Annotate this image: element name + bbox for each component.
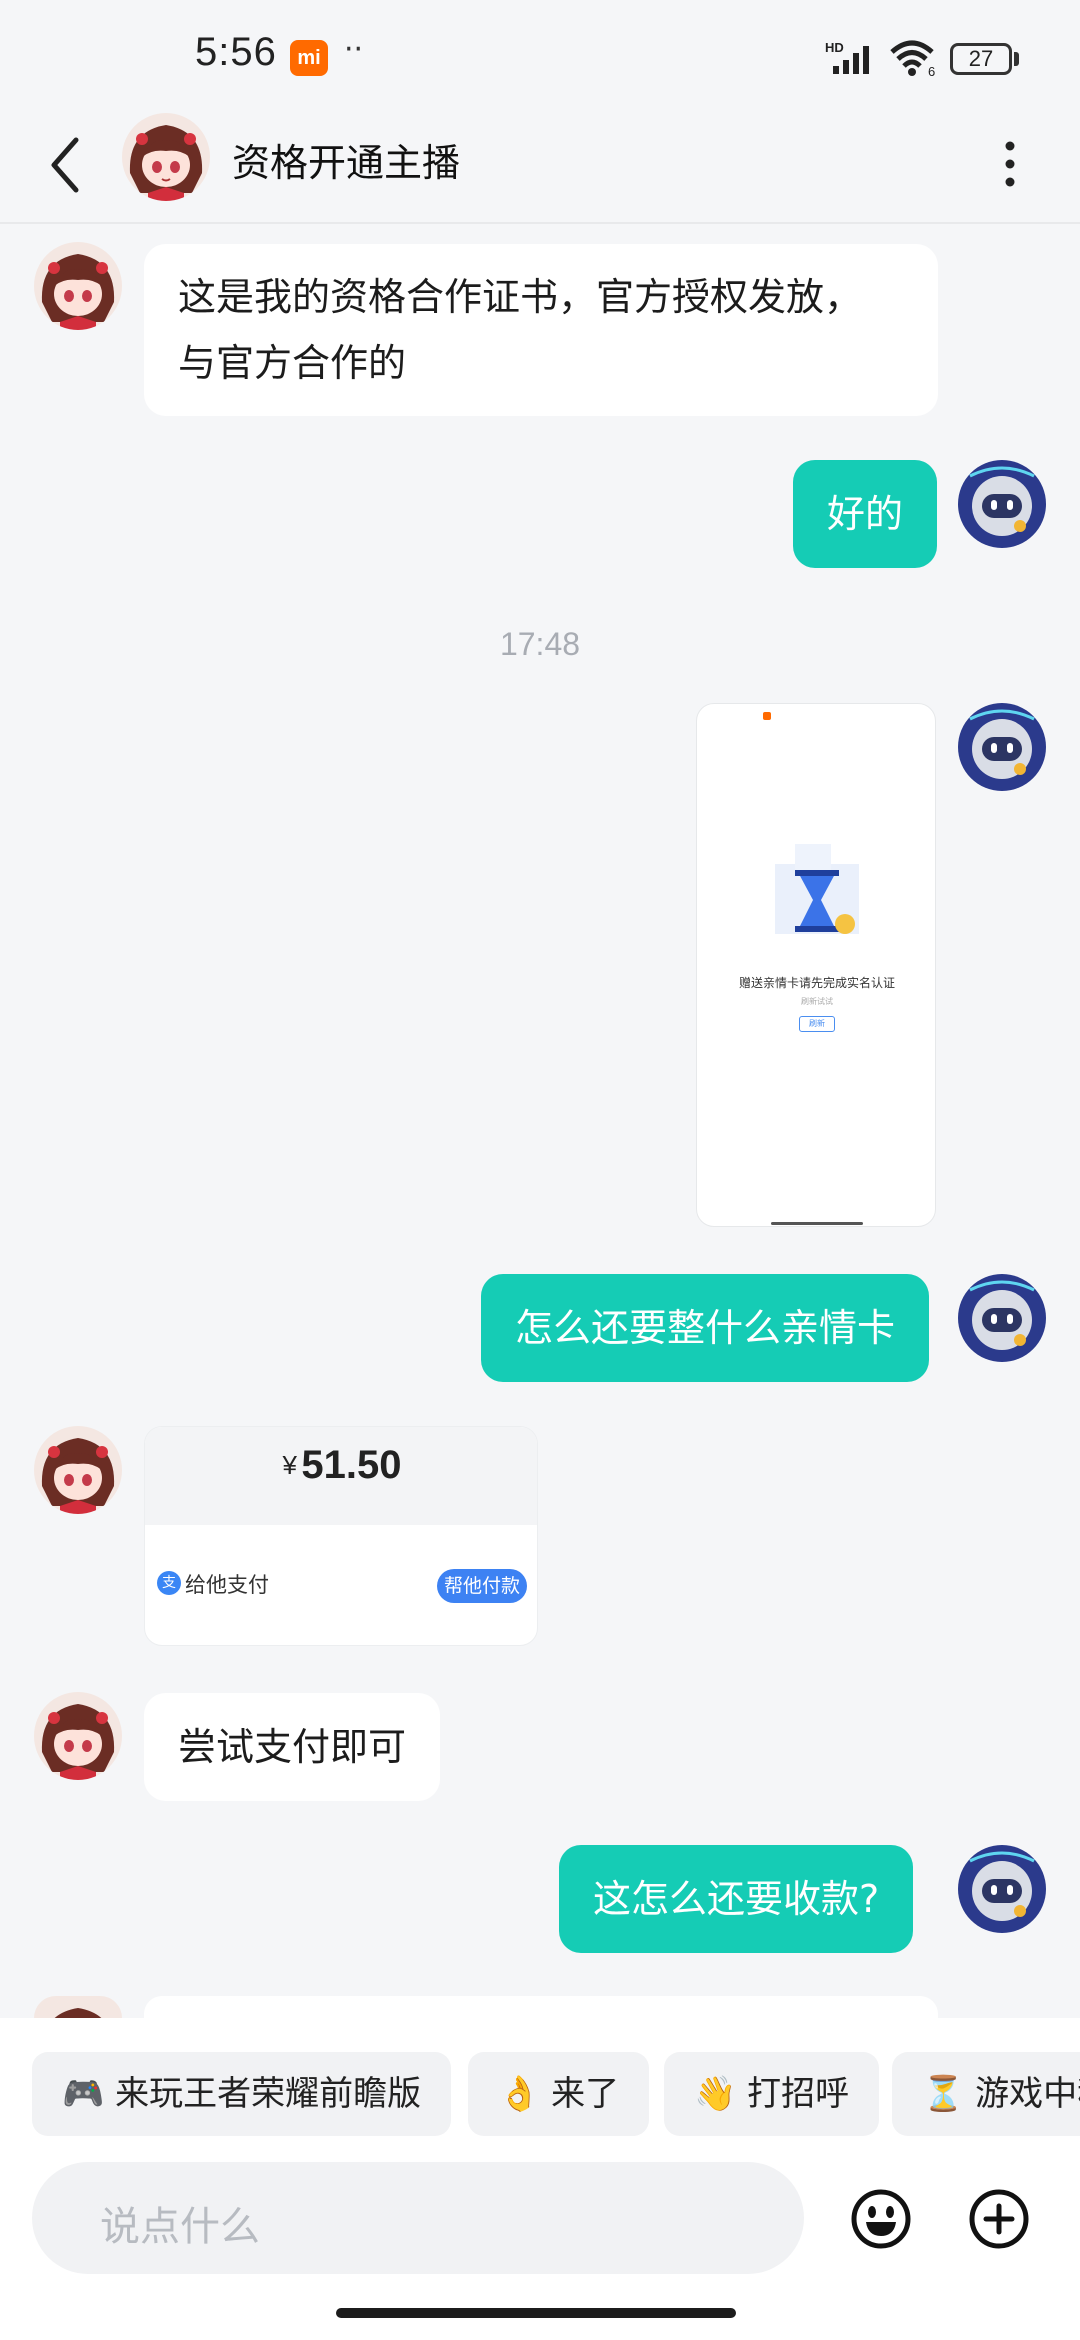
composer-panel: 🎮 来玩王者荣耀前瞻版 👌 来了 👋 打招呼 ⏳ 游戏中稍 说点什么	[0, 2018, 1080, 2340]
mi-notification-icon: mi	[290, 40, 328, 76]
my-avatar[interactable]	[958, 1845, 1046, 1933]
wifi-label: 6	[928, 64, 935, 78]
quick-reply-chip[interactable]: ⏳ 游戏中稍	[892, 2052, 1080, 2136]
contact-avatar[interactable]	[34, 1692, 122, 1780]
hourglass-icon: ⏳	[922, 2074, 965, 2114]
robot-avatar-icon	[958, 1274, 1046, 1362]
image-caption: 赠送亲情卡请先完成实名认证	[738, 976, 895, 990]
currency-symbol: ¥	[282, 1450, 297, 1480]
quick-reply-chip[interactable]: 👌 来了	[468, 2052, 650, 2136]
contact-avatar-partial	[34, 1996, 122, 2018]
anime-girl-avatar-icon	[122, 113, 210, 201]
my-avatar[interactable]	[958, 703, 1046, 791]
ok-hand-icon: 👌	[498, 2074, 541, 2114]
hourglass-illustration-icon	[775, 844, 859, 934]
anime-girl-avatar-icon	[34, 1426, 122, 1514]
alipay-icon: 支	[157, 1571, 181, 1595]
quick-reply-label: 来玩王者荣耀前瞻版	[115, 2074, 422, 2114]
payment-amount: ¥ 51.50	[145, 1443, 537, 1488]
game-controller-icon: 🎮	[62, 2074, 105, 2114]
message-input[interactable]: 说点什么	[32, 2162, 804, 2274]
status-time: 5:56	[195, 30, 277, 74]
message-bubble-outgoing[interactable]: 怎么还要整什么亲情卡	[481, 1274, 930, 1382]
message-text: 怎么还要整什么亲情卡	[515, 1306, 896, 1350]
input-placeholder: 说点什么	[100, 2204, 260, 2250]
home-indicator[interactable]	[336, 2308, 736, 2318]
my-avatar[interactable]	[958, 1274, 1046, 1362]
battery-nub	[1014, 52, 1019, 66]
amount-value: 51.50	[301, 1443, 402, 1487]
contact-avatar[interactable]	[122, 113, 210, 201]
more-notifications-icon: ··	[344, 32, 364, 67]
image-home-indicator	[771, 1222, 863, 1225]
chat-title: 资格开通主播	[232, 141, 461, 185]
more-options-icon[interactable]	[1000, 134, 1020, 194]
robot-avatar-icon	[958, 460, 1046, 548]
refresh-button: 刷新	[799, 1016, 835, 1032]
contact-avatar[interactable]	[34, 242, 122, 330]
quick-reply-label: 来了	[551, 2074, 620, 2114]
message-text: 这是我的资格合作证书，官方授权发放，	[178, 275, 863, 319]
emoji-icon[interactable]	[850, 2188, 912, 2250]
anime-girl-avatar-icon	[34, 1996, 122, 2018]
message-bubble-outgoing[interactable]: 好的	[793, 460, 938, 568]
anime-girl-avatar-icon	[34, 242, 122, 330]
robot-avatar-icon	[958, 1845, 1046, 1933]
quick-reply-label: 打招呼	[747, 2074, 850, 2114]
wifi-icon: 6	[890, 40, 935, 78]
pay-for-him-button[interactable]: 帮他付款	[437, 1569, 527, 1603]
message-bubble-incoming[interactable]: 尝试支付即可	[144, 1693, 441, 1801]
message-bubble-incoming[interactable]: 这是我的资格合作证书，官方授权发放， 与官方合作的	[144, 244, 938, 416]
message-text: 好的	[827, 492, 904, 536]
mi-status-icon	[763, 712, 771, 720]
message-bubble-outgoing[interactable]: 这怎么还要收款?	[559, 1845, 914, 1953]
image-subcaption: 刷新试试	[801, 997, 833, 1006]
chat-header: 资格开通主播	[0, 108, 1080, 224]
network-label: HD	[825, 40, 844, 55]
status-bar: 5:56 mi ·· HD 6 27	[0, 0, 1080, 120]
battery-level: 27	[968, 46, 994, 71]
payment-request-card[interactable]: ¥ 51.50 支 给他支付 帮他付款	[144, 1426, 538, 1646]
waving-hand-icon: 👋	[694, 2074, 737, 2114]
message-text: 这怎么还要收款?	[593, 1877, 880, 1921]
image-message[interactable]: 赠送亲情卡请先完成实名认证 刷新试试 刷新	[696, 703, 936, 1227]
message-text: 尝试支付即可	[178, 1725, 407, 1769]
quick-reply-chip[interactable]: 🎮 来玩王者荣耀前瞻版	[32, 2052, 452, 2136]
robot-avatar-icon	[958, 703, 1046, 791]
my-avatar[interactable]	[958, 460, 1046, 548]
message-timestamp: 17:48	[499, 626, 581, 662]
quick-reply-label: 游戏中稍	[975, 2074, 1080, 2114]
back-arrow-icon[interactable]	[42, 130, 92, 200]
signal-icon: HD	[825, 40, 869, 74]
payment-label: 给他支付	[185, 1573, 269, 1597]
contact-avatar[interactable]	[34, 1426, 122, 1514]
message-text: 与官方合作的	[178, 341, 407, 385]
plus-icon[interactable]	[968, 2188, 1030, 2250]
anime-girl-avatar-icon	[34, 1692, 122, 1780]
quick-reply-chip[interactable]: 👋 打招呼	[664, 2052, 880, 2136]
